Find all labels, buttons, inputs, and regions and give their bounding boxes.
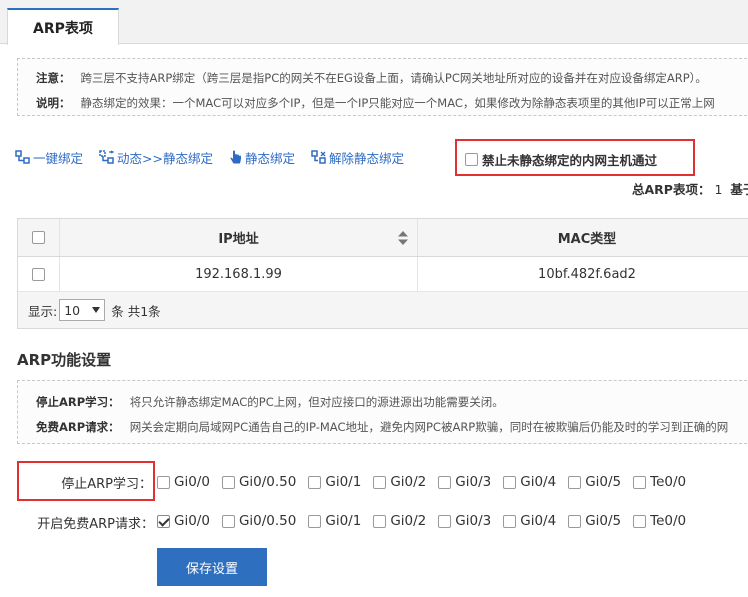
table-pagination: 显示: 10 条 共1条	[18, 292, 748, 328]
port-name: Gi0/5	[585, 474, 622, 490]
stop-learning-port-option[interactable]: Gi0/3	[438, 474, 491, 490]
arp-toolbar: 一键绑定 动态>>静态绑定 静态绑定 解除静态绑定	[15, 146, 420, 168]
port-name: Gi0/0	[174, 474, 210, 490]
gratuitous-arp-port-checkbox[interactable]	[373, 514, 387, 528]
column-header-ip[interactable]: IP地址	[60, 219, 418, 256]
stop-learning-port-option[interactable]: Gi0/4	[503, 474, 556, 490]
port-name: Gi0/3	[455, 513, 492, 529]
gratuitous-arp-note: 免费ARP请求： 网关会定期向局域网PC通告自己的IP-MAC地址，避免内网PC被…	[36, 420, 729, 434]
arp-settings-title: ARP功能设置	[17, 351, 112, 369]
static-bind-button[interactable]: 静态绑定	[229, 148, 295, 167]
stop-learning-port-checkbox[interactable]	[503, 475, 517, 489]
stop-learning-port-option[interactable]: Gi0/2	[373, 474, 426, 490]
gratuitous-arp-port-checkbox[interactable]	[438, 514, 452, 528]
stop-learning-ports: Gi0/0 Gi0/0.50 Gi0/1 Gi0/2 Gi0/3 Gi0/4 Gi0/5 Te…	[157, 474, 698, 490]
bind-icon	[15, 150, 30, 164]
gratuitous-arp-port-checkbox[interactable]	[503, 514, 517, 528]
stop-learning-port-option[interactable]: Gi0/0	[157, 474, 210, 490]
gratuitous-arp-port-checkbox[interactable]	[633, 514, 647, 528]
mac-cell: 10bf.482f.6ad2	[538, 266, 636, 282]
gratuitous-arp-port-option[interactable]: Gi0/0	[157, 513, 210, 529]
save-settings-button[interactable]: 保存设置	[157, 548, 267, 586]
gratuitous-arp-label: 开启免费ARP请求：	[37, 517, 154, 532]
arp-settings-notice: 停止ARP学习： 将只允许静态绑定MAC的PC上网，但对应接口的源进源出功能需要关…	[17, 380, 748, 444]
gratuitous-arp-port-checkbox[interactable]	[308, 514, 322, 528]
port-name: Gi0/0.50	[238, 474, 297, 490]
dynamic-to-static-button[interactable]: 动态>>静态绑定	[99, 148, 213, 167]
one-click-bind-button[interactable]: 一键绑定	[15, 148, 83, 167]
gratuitous-arp-port-option[interactable]: Gi0/3	[438, 513, 491, 529]
notice-line: 注意： 跨三层不支持ARP绑定（跨三层是指PC的网关不在EG设备上面，请确认PC网…	[36, 71, 707, 85]
port-name: Gi0/2	[390, 513, 427, 529]
gratuitous-arp-port-checkbox[interactable]	[157, 514, 170, 528]
gratuitous-arp-ports: Gi0/0 Gi0/0.50 Gi0/1 Gi0/2 Gi0/3 Gi0/4 Gi0/5 Te…	[157, 513, 698, 529]
stop-learning-note: 停止ARP学习： 将只允许静态绑定MAC的PC上网，但对应接口的源进源出功能需要关…	[36, 395, 504, 409]
arp-table: IP地址 MAC类型 192.168.1.99 10bf.482f.6ad2 显…	[17, 218, 748, 329]
chevron-down-icon	[92, 307, 101, 313]
table-row[interactable]: 192.168.1.99 10bf.482f.6ad2	[18, 257, 748, 292]
port-name: Gi0/0.50	[238, 513, 297, 529]
total-arp-entries: 总ARP表项：1基于	[632, 182, 748, 197]
port-name: Gi0/1	[325, 513, 362, 529]
explanation-line: 说明： 静态绑定的效果：一个MAC可以对应多个IP，但是一个IP只能对应一个MAC…	[36, 96, 715, 110]
stop-learning-port-checkbox[interactable]	[633, 475, 647, 489]
dynamic-bind-icon	[99, 150, 115, 164]
gratuitous-arp-port-option[interactable]: Gi0/1	[308, 513, 361, 529]
stop-learning-port-checkbox[interactable]	[221, 475, 235, 489]
stop-learning-label: 停止ARP学习：	[61, 477, 152, 492]
tab-arp-table[interactable]: ARP表项	[7, 8, 119, 45]
port-name: Gi0/5	[585, 513, 622, 529]
port-name: Gi0/4	[520, 513, 557, 529]
stop-learning-port-checkbox[interactable]	[308, 475, 322, 489]
port-name: Gi0/2	[390, 474, 427, 490]
sort-icon[interactable]	[397, 230, 409, 246]
unbind-icon	[311, 150, 326, 164]
port-name: Gi0/1	[325, 474, 362, 490]
port-name: Gi0/0	[174, 513, 210, 529]
stop-learning-port-option[interactable]: Gi0/1	[308, 474, 361, 490]
port-name: Te0/0	[650, 474, 687, 490]
stop-learning-port-checkbox[interactable]	[157, 475, 170, 489]
gratuitous-arp-port-option[interactable]: Gi0/2	[373, 513, 426, 529]
forbid-checkbox[interactable]	[465, 153, 478, 166]
notice-box: 注意： 跨三层不支持ARP绑定（跨三层是指PC的网关不在EG设备上面，请确认PC网…	[17, 58, 748, 116]
gratuitous-arp-port-checkbox[interactable]	[568, 514, 582, 528]
select-all-cell	[18, 219, 60, 256]
select-all-checkbox[interactable]	[32, 231, 45, 244]
gratuitous-arp-port-option[interactable]: Gi0/5	[568, 513, 621, 529]
gratuitous-arp-port-option[interactable]: Gi0/0.50	[221, 513, 297, 529]
page-size-select[interactable]: 10	[59, 299, 106, 321]
gratuitous-arp-port-option[interactable]: Gi0/4	[503, 513, 556, 529]
row-select-cell	[18, 257, 60, 291]
unbind-static-button[interactable]: 解除静态绑定	[311, 148, 404, 167]
port-name: Gi0/4	[520, 474, 557, 490]
ip-cell: 192.168.1.99	[60, 257, 418, 291]
stop-learning-port-checkbox[interactable]	[373, 475, 387, 489]
tab-bar: ARP表项	[0, 0, 748, 45]
row-checkbox[interactable]	[32, 267, 45, 281]
table-header: IP地址 MAC类型	[18, 219, 748, 257]
port-name: Te0/0	[650, 513, 687, 529]
port-name: Gi0/3	[455, 474, 492, 490]
column-header-mac[interactable]: MAC类型	[418, 219, 748, 256]
forbid-unbound-hosts-checkbox[interactable]: 禁止未静态绑定的内网主机通过	[465, 150, 657, 169]
stop-learning-port-checkbox[interactable]	[438, 475, 452, 489]
gratuitous-arp-port-option[interactable]: Te0/0	[633, 513, 686, 529]
stop-learning-port-option[interactable]: Te0/0	[633, 474, 686, 490]
stop-learning-port-option[interactable]: Gi0/5	[568, 474, 621, 490]
stop-learning-port-checkbox[interactable]	[568, 475, 582, 489]
gratuitous-arp-port-checkbox[interactable]	[221, 514, 235, 528]
hand-pointer-icon	[230, 150, 241, 163]
stop-learning-port-option[interactable]: Gi0/0.50	[221, 474, 297, 490]
